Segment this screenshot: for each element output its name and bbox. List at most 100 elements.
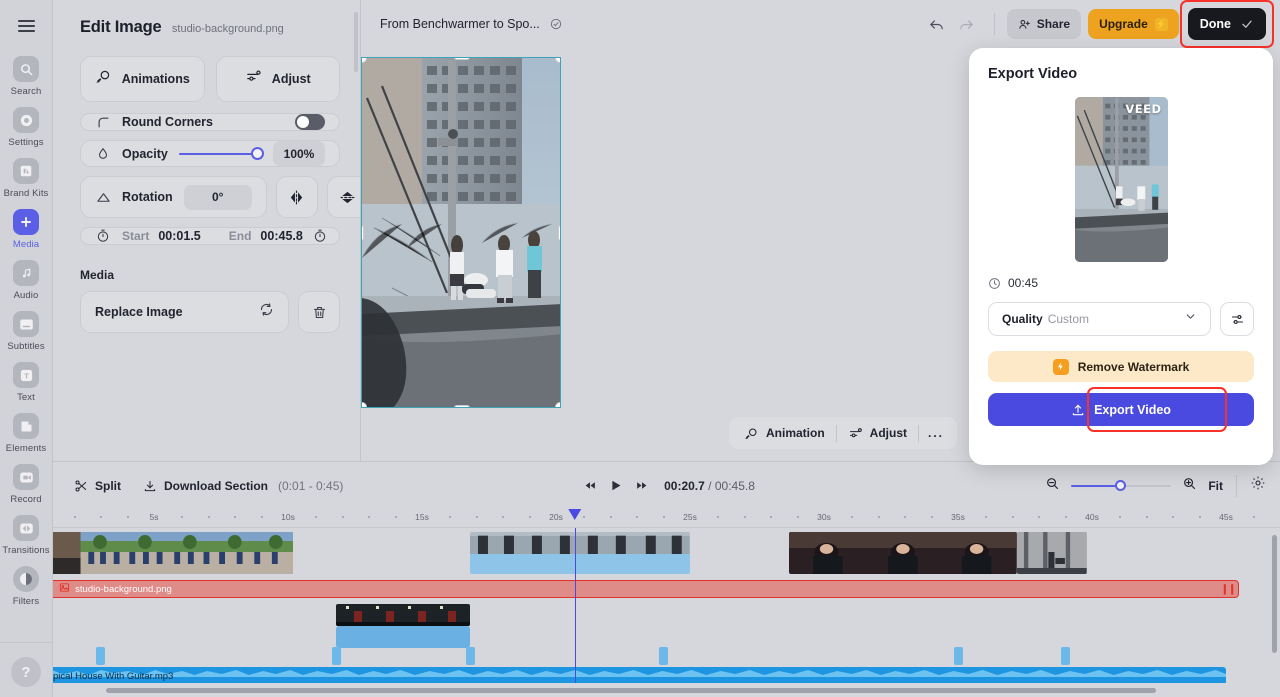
zoom-slider[interactable] [1071,479,1172,493]
timeline-marker[interactable] [1061,647,1071,665]
timeline-video-clip[interactable] [470,532,690,574]
redo-icon[interactable] [952,9,982,39]
rotation-value[interactable]: 0° [183,184,252,210]
canvas-animation-button[interactable]: Animation [733,420,836,446]
ruler-tick [877,516,880,518]
timeline-overlay-clip[interactable] [336,604,471,626]
timeline-settings-gear-icon[interactable] [1250,475,1266,496]
hamburger-icon[interactable] [10,10,42,42]
remove-watermark-button[interactable]: Remove Watermark [988,351,1254,382]
split-button[interactable]: Split [74,479,121,493]
sidebar-item-audio[interactable]: Audio [0,254,52,305]
animations-icon [95,68,112,90]
split-label: Split [95,478,121,493]
ruler-tick [502,516,505,518]
timeline-ruler[interactable]: 5s 10s 15s 20s 25s 30s 35s 40s 45s [53,509,1280,528]
timeline-video-clip[interactable] [53,532,294,574]
timeline-tracks[interactable]: ❙❙ studio-background.png ❙❙ hil [53,528,1280,683]
zoom-slider-knob[interactable] [1115,480,1127,491]
ruler-tick [341,516,344,518]
fit-button[interactable]: Fit [1208,479,1223,493]
sidebar-label: Elements [5,443,47,454]
video-preview-stage[interactable] [361,57,561,408]
ruler-tick [368,516,371,518]
sidebar-item-record[interactable]: Record [0,458,52,509]
adjust-label: Adjust [271,72,311,86]
clip-grip-right[interactable]: ❙❙ [1221,584,1237,595]
audio-clip-label: hill Tropical House With Guitar.mp3 [53,670,174,682]
ruler-tick-label: 25s [683,512,697,522]
sidebar-item-text[interactable]: T Text [0,356,52,407]
resize-handle-bottom[interactable] [454,405,470,407]
timeline-vertical-scrollbar[interactable] [1272,535,1277,653]
zoom-in-icon[interactable] [1182,476,1197,496]
panel-scrollbar[interactable] [354,12,358,72]
zoom-out-icon[interactable] [1045,476,1060,496]
delete-media-button[interactable] [298,291,340,333]
canvas-adjust-label: Adjust [869,426,908,440]
divider [1236,474,1237,497]
skip-forward-button[interactable] [629,474,653,498]
timeline-marker[interactable] [332,647,342,665]
undo-icon[interactable] [922,9,952,39]
canvas-adjust-button[interactable]: Adjust [837,420,918,446]
resize-handle-top[interactable] [454,58,470,60]
sidebar-item-media[interactable]: Media [0,203,52,254]
sidebar-item-transitions[interactable]: Transitions [0,509,52,560]
timeline-marker[interactable] [659,647,669,665]
timeline-audio-clip[interactable]: hill Tropical House With Guitar.mp3 [53,667,1226,683]
resize-handle-br[interactable] [555,402,560,407]
panel-filename: studio-background.png [171,23,284,35]
start-end-row: Start 00:01.5 End 00:45.8 [80,227,340,245]
timeline-video-clip[interactable] [789,532,1017,574]
flip-horizontal-button[interactable] [275,176,318,218]
play-button[interactable] [602,472,629,499]
quality-settings-button[interactable] [1220,302,1254,336]
flip-vertical-button[interactable] [326,176,360,218]
animations-button[interactable]: Animations [80,56,205,102]
export-duration: 00:45 [988,276,1254,290]
property-rows: Round Corners Opacity 100% Rotation 0° S… [80,113,360,245]
document-title[interactable]: From Benchwarmer to Spo... [380,17,540,31]
rotation-row-group: Rotation 0° [80,176,360,218]
canvas-more-button[interactable]: ... [919,420,953,446]
round-corners-toggle[interactable] [295,114,325,130]
download-section-button[interactable]: Download Section (0:01 - 0:45) [143,479,343,493]
sidebar-item-brand-kits[interactable]: Brand Kits [0,152,52,203]
opacity-slider[interactable] [178,147,264,161]
resize-handle-right[interactable] [558,225,560,241]
skip-back-button[interactable] [578,474,602,498]
done-button[interactable]: Done [1187,8,1266,40]
brand-kits-icon [13,158,39,184]
start-value[interactable]: 00:01.5 [158,229,200,243]
round-corners-row[interactable]: Round Corners [80,113,340,131]
ruler-tick-label: 15s [415,512,429,522]
sidebar-item-elements[interactable]: Elements [0,407,52,458]
timer-end-icon [312,228,328,244]
timeline-image-clip[interactable]: ❙❙ studio-background.png ❙❙ [53,580,1240,598]
timeline-video-clip[interactable] [1016,532,1087,574]
timeline-marker[interactable] [96,647,106,665]
quality-select[interactable]: Quality Custom [988,302,1211,336]
ruler-tick-label: 5s [149,512,159,522]
upgrade-button[interactable]: Upgrade ⚡ [1088,9,1179,39]
timeline-horizontal-scrollbar[interactable] [53,685,1280,695]
timeline-marker[interactable] [954,647,963,665]
share-button[interactable]: Share [1006,9,1082,39]
replace-image-button[interactable]: Replace Image [80,291,289,333]
playhead-line[interactable] [574,528,577,683]
sidebar-item-search[interactable]: Search [0,50,52,101]
export-video-button[interactable]: Export Video [988,393,1254,426]
end-value[interactable]: 00:45.8 [260,229,302,243]
sidebar-item-subtitles[interactable]: Subtitles [0,305,52,356]
resize-handle-left[interactable] [362,225,364,241]
timeline-marker[interactable] [466,647,476,665]
sidebar-label: Record [10,494,42,505]
clip-grip-left[interactable]: ❙❙ [53,584,55,595]
sidebar-item-filters[interactable]: Filters [0,560,52,611]
help-icon[interactable]: ? [11,657,41,687]
sidebar-item-settings[interactable]: Settings [0,101,52,152]
timeline-overlay-audio[interactable] [336,626,471,648]
adjust-button[interactable]: Adjust [215,56,340,102]
opacity-slider-knob[interactable] [251,147,264,160]
